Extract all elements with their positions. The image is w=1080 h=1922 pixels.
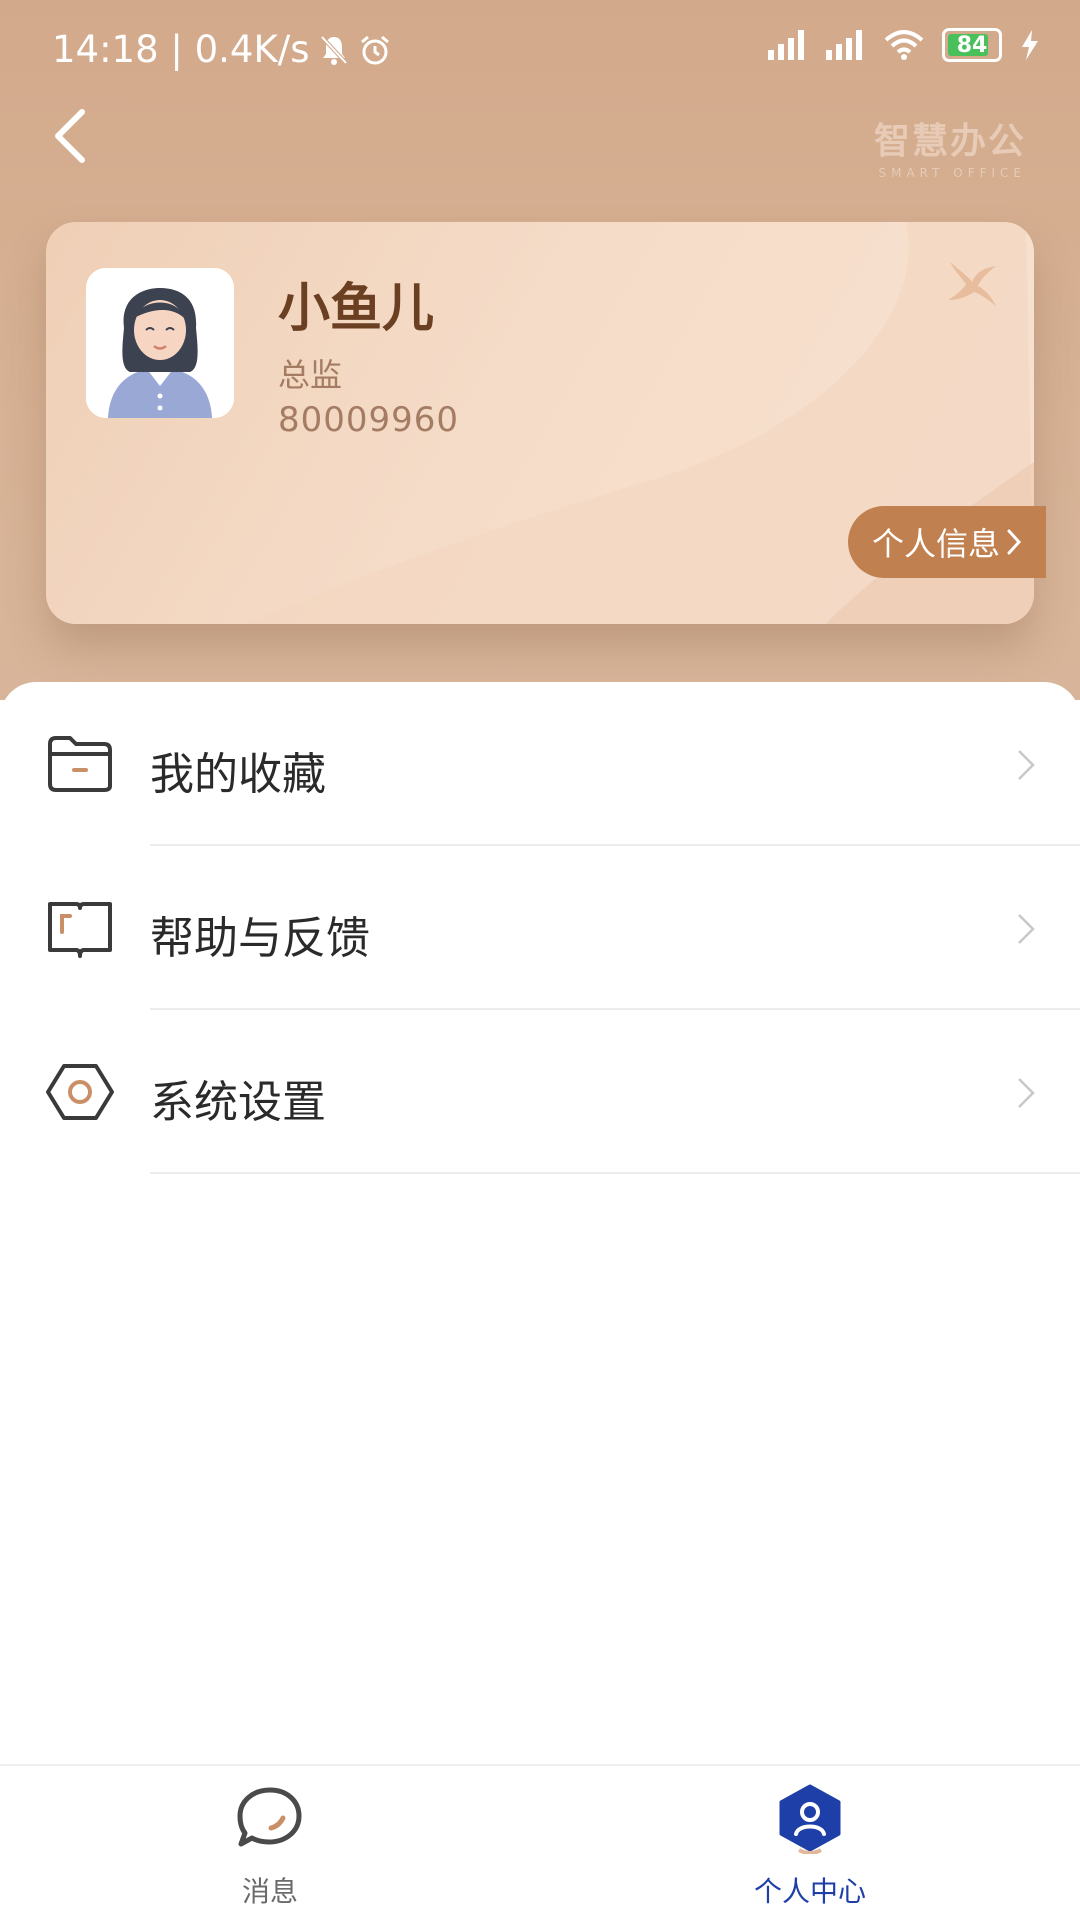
chevron-right-icon	[1007, 529, 1022, 555]
brand-name-en: SMART OFFICE	[878, 166, 1026, 180]
back-arrow-icon[interactable]	[48, 108, 98, 164]
tab-messages[interactable]: 消息	[0, 1766, 540, 1922]
user-title: 总监	[278, 356, 343, 394]
status-bar: 14:18 | 0.4K/s 84	[0, 0, 1080, 100]
status-left: 14:18 | 0.4K/s	[52, 28, 391, 71]
signal-icon-2	[826, 30, 862, 60]
menu-item-system-settings[interactable]: 系统设置	[0, 1010, 1080, 1174]
user-name: 小鱼儿	[278, 279, 435, 339]
tab-label-messages: 消息	[241, 1875, 298, 1908]
menu-label-system-settings: 系统设置	[150, 1077, 326, 1128]
signal-icon	[768, 30, 804, 60]
status-right: 84	[768, 28, 1040, 62]
sparkle-star-icon	[948, 262, 996, 306]
charging-bolt-icon	[1022, 30, 1038, 60]
chevron-right-icon	[1018, 750, 1035, 780]
settings-hexagon-icon	[46, 1064, 114, 1120]
chevron-right-icon	[1018, 1078, 1035, 1108]
menu-item-favorites[interactable]: 我的收藏	[0, 682, 1080, 846]
tab-label-personal-center: 个人中心	[753, 1875, 866, 1908]
folder-icon	[48, 736, 112, 792]
chevron-right-icon	[1018, 914, 1035, 944]
brand-name-cn: 智慧办公	[873, 121, 1026, 162]
book-icon	[48, 902, 112, 958]
menu-divider	[150, 1172, 1080, 1174]
chat-bubble-icon	[237, 1787, 302, 1847]
person-hexagon-icon	[779, 1784, 841, 1854]
brand-logo: 智慧办公 SMART OFFICE	[874, 112, 1026, 180]
menu-item-help-feedback[interactable]: 帮助与反馈	[0, 846, 1080, 1010]
avatar-illustration	[86, 268, 234, 418]
user-id: 80009960	[278, 400, 460, 440]
menu-sheet: 我的收藏 帮助与反馈 系统设置	[0, 682, 1080, 1920]
mute-bell-icon	[320, 35, 348, 65]
personal-info-label: 个人信息	[871, 525, 1000, 563]
bottom-tab-bar: 消息 个人中心	[0, 1764, 1080, 1922]
tab-personal-center[interactable]: 个人中心	[540, 1766, 1080, 1922]
alarm-clock-icon	[361, 35, 390, 64]
wifi-icon	[884, 30, 924, 60]
menu-label-favorites: 我的收藏	[150, 749, 326, 800]
battery-level-text: 84	[956, 32, 988, 58]
status-time-speed: 14:18 | 0.4K/s	[52, 28, 310, 71]
battery-indicator: 84	[942, 28, 1002, 62]
personal-info-button[interactable]: 个人信息	[848, 506, 1046, 578]
avatar	[86, 268, 234, 418]
menu-label-help-feedback: 帮助与反馈	[150, 913, 370, 964]
